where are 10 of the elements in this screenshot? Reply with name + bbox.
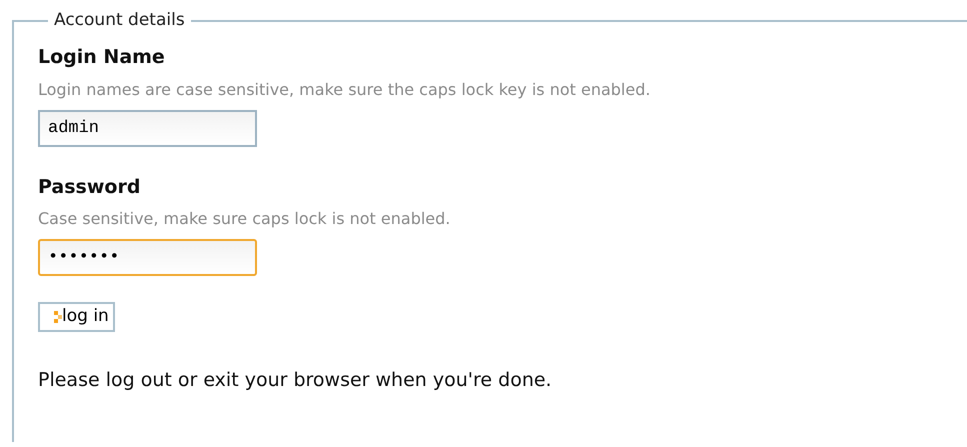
- fieldset-legend: Account details: [48, 12, 191, 29]
- field-label: Login Name: [38, 45, 166, 70]
- input-field[interactable]: •••••••: [38, 239, 257, 276]
- field-hint: Case sensitive, make sure caps lock is not enabled.: [38, 208, 452, 230]
- login-button[interactable]: log in: [38, 302, 115, 332]
- logout-note: Please log out or exit your browser when you're done.: [38, 368, 553, 393]
- field-hint: Login names are case sensitive, make sure the caps lock key is not enabled.: [38, 78, 652, 100]
- field-label: Password: [38, 174, 142, 200]
- arrow-icon: [54, 311, 62, 323]
- input-field[interactable]: admin: [38, 110, 257, 146]
